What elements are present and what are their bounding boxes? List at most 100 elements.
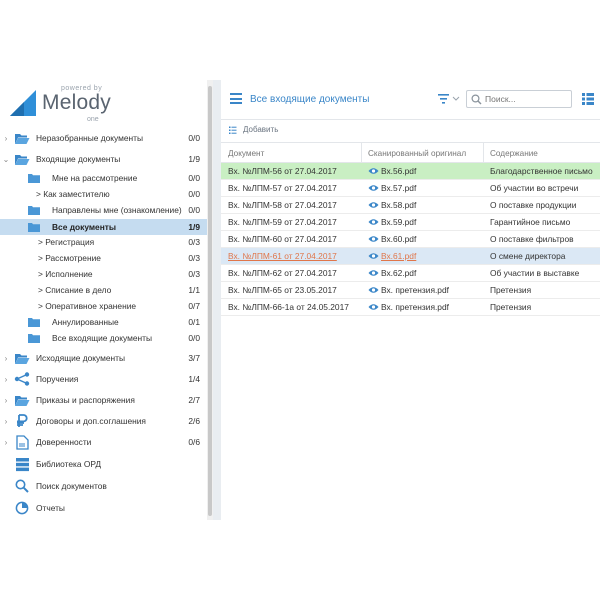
sidebar-item-count: 2/6 [188,416,200,426]
content-cell: Претензия [490,302,532,312]
sidebar-item[interactable]: Все входящие документы 0/0 [0,331,207,345]
table-row[interactable]: Вх. №ЛПМ-61 от 27.04.2017 Вх.61.pdf О смен… [221,248,600,265]
columns-view-icon[interactable] [582,93,594,105]
sidebar-item[interactable]: > Оперативное хранение 0/7 [0,299,207,313]
eye-icon[interactable] [368,167,379,175]
sidebar-item[interactable]: Поиск документов [0,477,207,495]
document-cell[interactable]: Вх. №ЛПМ-58 от 27.04.2017 [228,200,337,210]
sidebar-item-count: 0/1 [188,317,200,327]
sidebar-item-label: Мне на рассмотрение [52,173,138,183]
add-button[interactable]: Добавить [229,125,278,134]
table-header: Документ Сканированный оригинал Содержан… [221,142,600,163]
menu-icon[interactable] [230,93,242,104]
document-cell[interactable]: Вх. №ЛПМ-66-1а от 24.05.2017 [228,302,349,312]
filter-icon[interactable] [438,93,460,105]
content-cell: О поставке фильтров [490,234,574,244]
chevron-right-icon[interactable]: › [2,134,10,143]
folder-icon [26,203,42,217]
eye-icon[interactable] [368,201,379,209]
table-row[interactable]: Вх. №ЛПМ-66-1а от 24.05.2017 Вх. претензи… [221,299,600,316]
eye-icon[interactable] [368,286,379,294]
table-row[interactable]: Вх. №ЛПМ-65 от 23.05.2017 Вх. претензия.p… [221,282,600,299]
table-row[interactable]: Вх. №ЛПМ-56 от 27.04.2017 Вх.56.pdf Благод… [221,163,600,180]
content-cell: Благодарственное письмо [490,166,593,176]
document-cell[interactable]: Вх. №ЛПМ-56 от 27.04.2017 [228,166,337,176]
sidebar-item[interactable]: › Приказы и распоряжения 2/7 [0,391,207,409]
chevron-right-icon[interactable]: › [2,438,10,447]
sidebar-item[interactable]: › Доверенности 0/6 [0,433,207,451]
chevron-right-icon[interactable]: › [2,375,10,384]
sidebar-item[interactable]: › Исходящие документы 3/7 [0,349,207,367]
eye-icon[interactable] [368,252,379,260]
scan-file-link[interactable]: Вх. претензия.pdf [381,302,449,312]
column-header-content[interactable]: Содержание [490,149,538,158]
folder-icon [26,171,42,185]
document-cell[interactable]: Вх. №ЛПМ-60 от 27.04.2017 [228,234,337,244]
sidebar-item[interactable]: > Исполнение 0/3 [0,267,207,281]
sidebar-item[interactable]: Аннулированные 0/1 [0,315,207,329]
sidebar-item-label: Все входящие документы [52,333,153,343]
document-cell[interactable]: Вх. №ЛПМ-65 от 23.05.2017 [228,285,337,295]
table-row[interactable]: Вх. №ЛПМ-59 от 27.04.2017 Вх.59.pdf Гарант… [221,214,600,231]
sidebar-item[interactable]: › Договоры и доп.соглашения 2/6 [0,412,207,430]
table-row[interactable]: Вх. №ЛПМ-58 от 27.04.2017 Вх.58.pdf О пост… [221,197,600,214]
scan-file-link[interactable]: Вх.59.pdf [381,217,416,227]
content-cell: Об участии во встречи [490,183,579,193]
sidebar-item-label: > Рассмотрение [38,253,101,263]
sidebar-item-label: > Оперативное хранение [38,301,137,311]
chevron-right-icon[interactable]: › [2,354,10,363]
search-icon [14,479,30,493]
eye-icon[interactable] [368,218,379,226]
sidebar-item[interactable]: ⌄ Входящие документы 1/9 [0,151,207,167]
sidebar-item-count: 0/0 [188,333,200,343]
scan-file-link[interactable]: Вх.61.pdf [381,251,416,261]
content-cell: О поставке продукции [490,200,577,210]
eye-icon[interactable] [368,303,379,311]
eye-icon[interactable] [368,184,379,192]
sidebar-item[interactable]: Отчеты [0,499,207,517]
scan-file-link[interactable]: Вх. претензия.pdf [381,285,449,295]
add-list-icon [229,126,237,134]
document-cell[interactable]: Вх. №ЛПМ-57 от 27.04.2017 [228,183,337,193]
column-header-document[interactable]: Документ [228,149,264,158]
sidebar-item-label: Аннулированные [52,317,119,327]
search-input[interactable] [485,93,567,105]
sidebar-item-count: 0/3 [188,237,200,247]
scan-file-link[interactable]: Вх.62.pdf [381,268,416,278]
table-row[interactable]: Вх. №ЛПМ-57 от 27.04.2017 Вх.57.pdf Об уча… [221,180,600,197]
sidebar-item-count: 2/7 [188,395,200,405]
sidebar-item[interactable]: > Как заместителю 0/0 [0,187,207,201]
sidebar-item[interactable]: > Рассмотрение 0/3 [0,251,207,265]
column-header-scan[interactable]: Сканированный оригинал [368,149,466,158]
eye-icon[interactable] [368,235,379,243]
sidebar-item[interactable]: › Поручения 1/4 [0,370,207,388]
chevron-right-icon[interactable]: › [2,417,10,426]
table-row[interactable]: Вх. №ЛПМ-62 от 27.04.2017 Вх.62.pdf Об уча… [221,265,600,282]
scan-file-link[interactable]: Вх.57.pdf [381,183,416,193]
panel-divider[interactable] [213,80,221,520]
sidebar-item-label: Поиск документов [36,481,107,491]
search-box[interactable] [466,90,572,108]
sidebar-item-label: Договоры и доп.соглашения [36,416,146,426]
scan-file-link[interactable]: Вх.56.pdf [381,166,416,176]
sidebar-item[interactable]: Все документы 1/9 [0,219,207,235]
sidebar-scrollbar-thumb[interactable] [208,86,212,516]
sidebar-item-count: 1/4 [188,374,200,384]
document-cell[interactable]: Вх. №ЛПМ-62 от 27.04.2017 [228,268,337,278]
chevron-right-icon[interactable]: › [2,396,10,405]
table-row[interactable]: Вх. №ЛПМ-60 от 27.04.2017 Вх.60.pdf О пост… [221,231,600,248]
scan-file-link[interactable]: Вх.60.pdf [381,234,416,244]
sidebar-item[interactable]: Мне на рассмотрение 0/0 [0,171,207,185]
sidebar-item[interactable]: Библиотека ОРД [0,455,207,473]
logo-name: Melody [42,91,111,114]
sidebar-item[interactable]: › Неразобранные документы 0/0 [0,130,207,146]
chevron-down-icon[interactable]: ⌄ [2,155,10,164]
sidebar-item[interactable]: > Регистрация 0/3 [0,235,207,249]
document-cell[interactable]: Вх. №ЛПМ-59 от 27.04.2017 [228,217,337,227]
document-cell[interactable]: Вх. №ЛПМ-61 от 27.04.2017 [228,251,337,261]
sidebar-item-count: 1/9 [188,222,200,232]
eye-icon[interactable] [368,269,379,277]
scan-file-link[interactable]: Вх.58.pdf [381,200,416,210]
sidebar-item[interactable]: > Списание в дело 1/1 [0,283,207,297]
sidebar-item[interactable]: Направлены мне (ознакомление) 0/0 [0,203,207,217]
